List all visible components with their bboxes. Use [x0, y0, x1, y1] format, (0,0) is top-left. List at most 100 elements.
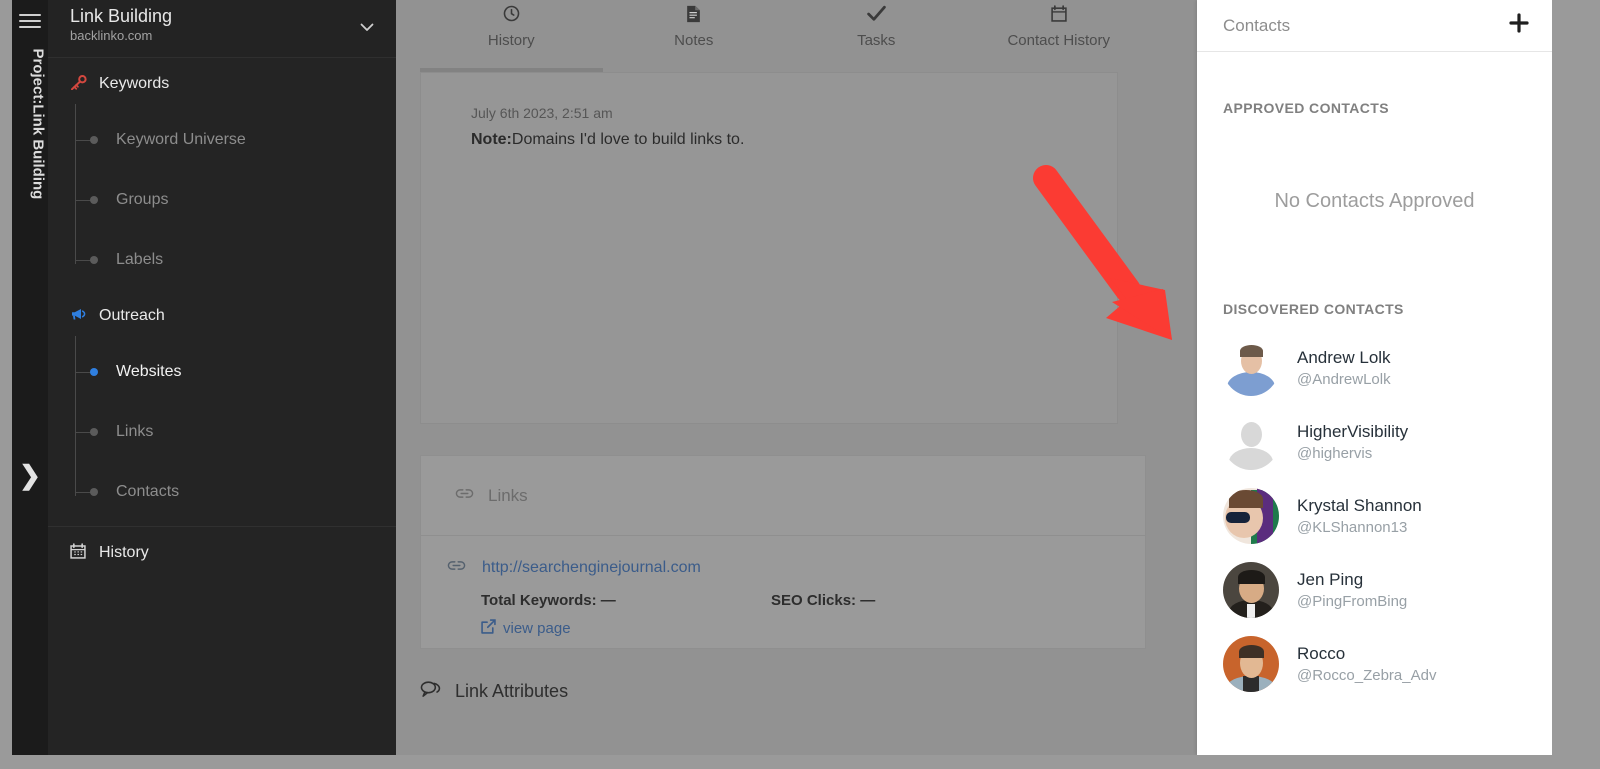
- sidebar-group-label: Keywords: [99, 75, 170, 92]
- list-item[interactable]: Andrew Lolk @AndrewLolk: [1223, 331, 1552, 405]
- contact-handle: @Rocco_Zebra_Adv: [1297, 666, 1437, 684]
- sidebar-item-label: Websites: [116, 363, 182, 380]
- list-item[interactable]: Jen Ping @PingFromBing: [1223, 553, 1552, 627]
- link-stats: Total Keywords: — SEO Clicks: —: [481, 592, 1145, 609]
- tab-label: Tasks: [857, 32, 896, 49]
- contact-text: Andrew Lolk @AndrewLolk: [1297, 347, 1391, 390]
- history-entry-card: July 6th 2023, 2:51 am Note:Domains I'd …: [420, 72, 1118, 424]
- frame-bottom-margin: [0, 755, 1600, 769]
- calendar-icon: [1051, 5, 1067, 27]
- links-card-header: Links: [421, 456, 1145, 536]
- sidebar-children-outreach: Websites Links Contacts: [48, 336, 396, 522]
- expand-rail-button[interactable]: ❯: [12, 455, 48, 495]
- links-card-body: http://searchenginejournal.com Total Key…: [421, 536, 1145, 638]
- bullet-icon: [90, 368, 98, 376]
- contact-name: Jen Ping: [1297, 569, 1364, 589]
- calendar-icon: [70, 543, 88, 563]
- contacts-panel-header: Contacts: [1197, 0, 1552, 52]
- megaphone-icon: [70, 307, 88, 325]
- sidebar-item-labels[interactable]: Labels: [70, 230, 396, 290]
- history-entry-note-text: Domains I'd love to build links to.: [511, 131, 745, 148]
- contact-name: Andrew Lolk: [1297, 347, 1391, 367]
- view-page-link[interactable]: view page: [481, 619, 1145, 638]
- contact-handle: @KLShannon13: [1297, 518, 1408, 536]
- document-icon: [686, 5, 701, 27]
- list-item[interactable]: Krystal Shannon @KLShannon13: [1223, 479, 1552, 553]
- contact-text: Krystal Shannon @KLShannon13: [1297, 495, 1422, 538]
- bullet-icon: [90, 196, 98, 204]
- app-root: History Notes Tasks Contact History July…: [0, 0, 1600, 769]
- contacts-panel-title: Contacts: [1223, 15, 1291, 35]
- sidebar-group-label: History: [99, 544, 149, 561]
- tab-label: Contact History: [1007, 32, 1111, 49]
- tab-notes[interactable]: Notes: [603, 0, 786, 72]
- sidebar-group-outreach[interactable]: Outreach: [48, 290, 396, 342]
- view-page-label: view page: [503, 620, 571, 637]
- link-row: http://searchenginejournal.com: [447, 558, 1145, 578]
- contact-handle: @PingFromBing: [1297, 592, 1408, 610]
- link-icon: [455, 486, 474, 506]
- contact-text: HigherVisibility @highervis: [1297, 421, 1408, 464]
- seo-clicks-stat: SEO Clicks: —: [771, 592, 876, 609]
- bullet-icon: [90, 488, 98, 496]
- check-icon: [866, 5, 886, 27]
- discovered-contacts-heading: DISCOVERED CONTACTS: [1223, 301, 1404, 317]
- project-domain: backlinko.com: [70, 28, 153, 43]
- hamburger-icon[interactable]: [19, 14, 41, 30]
- sidebar-group-keywords[interactable]: Keywords: [48, 58, 396, 110]
- tab-history[interactable]: History: [420, 0, 603, 72]
- sidebar-item-label: Groups: [116, 191, 169, 208]
- tab-label: History: [487, 32, 535, 49]
- external-link-icon: [481, 619, 496, 638]
- sidebar-item-websites[interactable]: Websites: [70, 342, 396, 402]
- link-attributes-header[interactable]: Link Attributes: [420, 680, 568, 703]
- comment-icon: [420, 680, 441, 703]
- contacts-panel: Contacts APPROVED CONTACTS No Contacts A…: [1197, 0, 1552, 755]
- clock-icon: [503, 5, 520, 27]
- tab-tasks[interactable]: Tasks: [785, 0, 968, 72]
- list-item[interactable]: HigherVisibility @highervis: [1223, 405, 1552, 479]
- tab-contact-history[interactable]: Contact History: [968, 0, 1151, 72]
- discovered-contacts-list: Andrew Lolk @AndrewLolk HigherVisibility…: [1197, 317, 1552, 701]
- key-icon: [70, 74, 88, 94]
- avatar: [1223, 636, 1279, 692]
- sidebar-item-keyword-universe[interactable]: Keyword Universe: [70, 110, 396, 170]
- bullet-icon: [90, 136, 98, 144]
- approved-contacts-heading: APPROVED CONTACTS: [1223, 100, 1389, 116]
- bullet-icon: [90, 428, 98, 436]
- sidebar-item-label: Links: [116, 423, 154, 440]
- avatar: [1223, 562, 1279, 618]
- link-attributes-label: Link Attributes: [455, 681, 569, 701]
- links-card: Links http://searchenginejournal.com Tot…: [420, 455, 1146, 649]
- frame-left-margin: [0, 0, 12, 769]
- tab-label: Notes: [674, 32, 714, 49]
- plus-icon[interactable]: [1508, 12, 1530, 39]
- links-card-title: Links: [488, 485, 528, 505]
- sidebar-item-label: Contacts: [116, 483, 180, 500]
- frame-right-margin: [1552, 0, 1600, 769]
- detail-tabs: History Notes Tasks Contact History: [420, 0, 1150, 72]
- list-item[interactable]: Rocco @Rocco_Zebra_Adv: [1223, 627, 1552, 701]
- project-title: Link Building: [70, 6, 173, 26]
- link-url[interactable]: http://searchenginejournal.com: [482, 559, 701, 577]
- contact-name: HigherVisibility: [1297, 421, 1409, 441]
- project-header[interactable]: Link Building backlinko.com: [48, 0, 396, 58]
- contact-text: Rocco @Rocco_Zebra_Adv: [1297, 643, 1436, 686]
- avatar: [1223, 414, 1279, 470]
- sidebar-children-keywords: Keyword Universe Groups Labels: [48, 104, 396, 290]
- collapsed-rail: Project:Link Building ❯: [12, 0, 48, 755]
- sidebar-group-history[interactable]: History: [48, 527, 396, 579]
- contact-name: Krystal Shannon: [1297, 495, 1422, 515]
- history-entry-date: July 6th 2023, 2:51 am: [471, 105, 613, 121]
- bullet-icon: [90, 256, 98, 264]
- chevron-down-icon[interactable]: [358, 18, 376, 36]
- rail-project-label: Project:Link Building: [29, 48, 47, 200]
- approved-contacts-empty: No Contacts Approved: [1274, 190, 1475, 212]
- sidebar-item-groups[interactable]: Groups: [70, 170, 396, 230]
- history-entry-note-label: Note:: [471, 131, 512, 148]
- sidebar-item-contacts[interactable]: Contacts: [70, 462, 396, 522]
- sidebar-item-links[interactable]: Links: [70, 402, 396, 462]
- sidebar-group-label: Outreach: [99, 307, 165, 324]
- sidebar-item-label: Keyword Universe: [116, 131, 246, 148]
- total-keywords-stat: Total Keywords: —: [481, 592, 616, 609]
